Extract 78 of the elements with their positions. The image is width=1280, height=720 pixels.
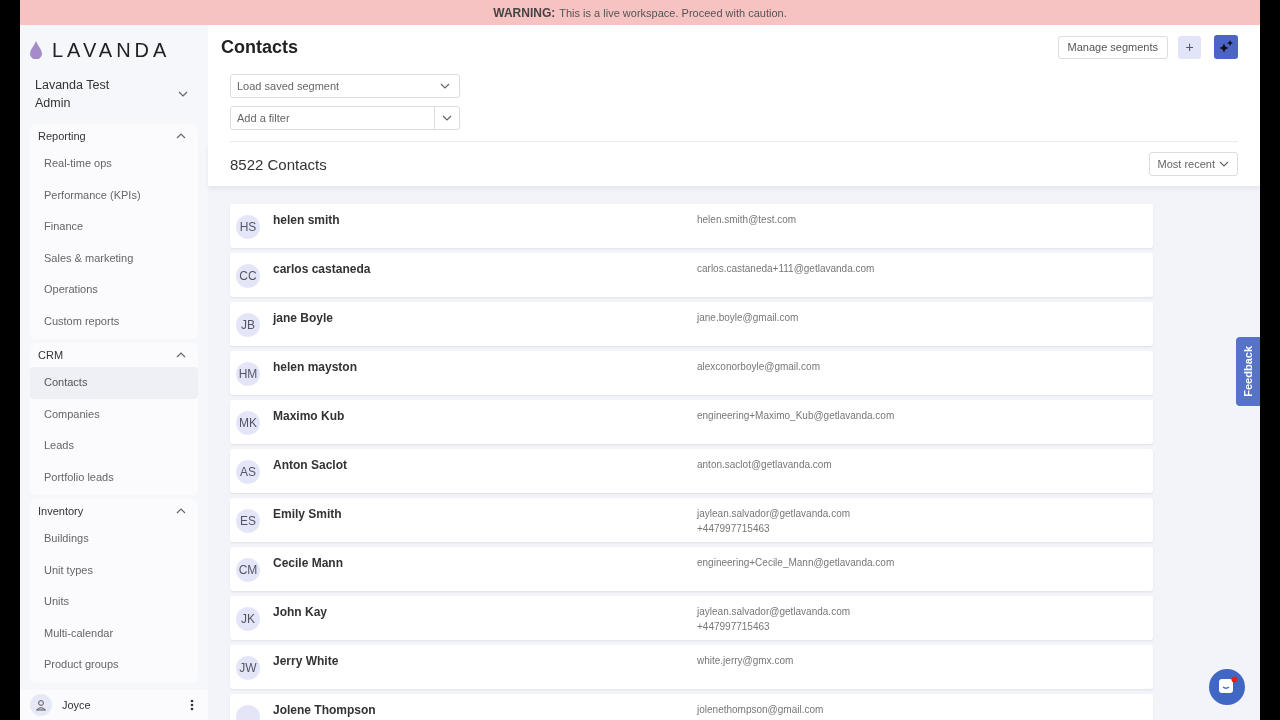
contact-detail: +447997715463 [697,620,771,634]
sidebar-item[interactable]: Product groups [30,649,198,681]
section-title[interactable]: Reporting [38,130,86,142]
contact-name: John Kay [273,605,328,621]
filter-dropdown[interactable]: Add a filter [230,106,460,130]
contact-name: jane Boyle [273,311,335,327]
sidebar-item[interactable]: Buildings [30,523,198,555]
contact-name: Anton Saclot [273,458,348,474]
contact-name: Cecile Mann [273,556,345,572]
feedback-tab[interactable]: Feedback [1236,337,1260,406]
brand-logo: LAVANDA [52,38,171,62]
sidebar-item[interactable]: Companies [30,398,198,430]
sidebar-item[interactable]: Multi-calendar [30,617,198,649]
manage-segments-button[interactable]: Manage segments [1057,35,1168,59]
contact-name: Maximo Kub [273,409,346,425]
chevron-icon [176,352,186,358]
avatar-initials: HS [236,215,260,239]
avatar-initials: ES [236,509,260,533]
contact-detail: helen.smith@test.com [697,213,797,227]
sidebar-item[interactable]: Unit types [30,554,198,586]
add-button[interactable]: + [1178,35,1201,59]
contact-detail: engineering+Maximo_Kub@getlavanda.com [697,409,895,423]
sidebar-item[interactable]: Sales & marketing [30,242,198,274]
contact-detail: white.jerry@gmx.com [697,654,794,668]
section-title[interactable]: Inventory [38,505,84,517]
contact-detail: anton.saclot@getlavanda.com [697,458,832,472]
sidebar-item[interactable]: Portfolio leads [30,461,198,493]
contact-name: carlos castaneda [273,262,372,278]
chevron-down-icon [1219,161,1229,167]
user-avatar-icon [30,694,52,716]
sidebar-item[interactable]: Custom reports [30,305,198,337]
contact-detail: jaylean.salvador@getlavanda.com [697,605,851,619]
contact-detail: +447997715463 [697,522,771,536]
contact-name: helen smith [273,213,341,229]
sidebar-item[interactable]: Leads [30,430,198,462]
chevron-icon [176,508,186,514]
contacts-count: 8522 Contacts [230,155,328,173]
sidebar-item[interactable]: Units [30,586,198,618]
chevron-icon [176,133,186,139]
contact-name: Emily Smith [273,507,343,523]
page-title: Contacts [221,36,299,58]
chevron-down-icon [440,83,450,89]
contact-name: Jolene Thompson [273,703,377,719]
warning-label: WARNING: [493,5,556,20]
contact-name: helen mayston [273,360,359,376]
workspace-switcher[interactable]: Lavanda Test Admin [30,68,198,120]
more-icon[interactable] [190,699,194,711]
sidebar-item[interactable]: Finance [30,211,198,243]
sparkle-icon [1219,40,1233,54]
avatar-initials: MK [236,411,260,435]
sidebar-item[interactable]: Contacts [30,367,198,399]
user-name: Joyce [62,699,91,711]
contact-detail: alexconorboyle@gmail.com [697,360,820,374]
chevron-down-icon [442,115,452,121]
contact-detail: carlos.castaneda+111@getlavanda.com [697,262,875,276]
warning-message: This is a live workspace. Proceed with caution. [559,6,787,19]
avatar-initials: CM [236,558,260,582]
avatar-initials: JK [236,607,260,631]
avatar-initials: HM [236,362,260,386]
contact-detail: jaylean.salvador@getlavanda.com [697,507,851,521]
contact-detail: engineering+Cecile_Mann@getlavanda.com [697,556,895,570]
chevron-down-icon [178,91,188,97]
avatar-initials: AS [236,460,260,484]
section-title[interactable]: CRM [38,349,64,361]
avatar-initials: JB [236,313,260,337]
avatar-initials: JW [236,656,260,680]
sidebar-item[interactable]: Real-time ops [30,148,198,180]
filter-input[interactable]: Add a filter [231,112,434,124]
sidebar-item[interactable]: Operations [30,274,198,306]
drop-logo-icon [30,41,42,59]
segment-select[interactable]: Load saved segment [230,74,460,98]
contact-detail: jolenethompson@gmail.com [697,703,824,717]
sparkle-button[interactable] [1214,35,1238,59]
contact-name: Jerry White [273,654,340,670]
contact-detail: jane.boyle@gmail.com [697,311,799,325]
avatar-initials: CC [236,264,260,288]
sidebar-item[interactable]: Performance (KPIs) [30,179,198,211]
sort-dropdown[interactable]: Most recent [1148,152,1238,176]
